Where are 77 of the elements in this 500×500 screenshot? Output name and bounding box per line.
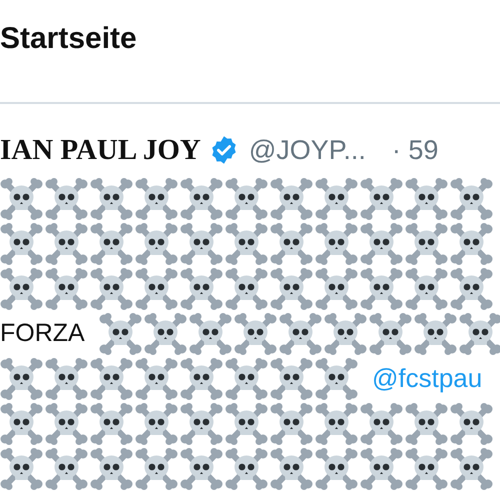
skull-crossbones-icon (0, 222, 43, 264)
skull-crossbones-icon (135, 222, 178, 264)
skull-crossbones-icon (414, 312, 457, 354)
skull-crossbones-icon (450, 448, 493, 490)
skull-crossbones-icon (270, 448, 313, 490)
skull-crossbones-icon (0, 448, 43, 490)
skull-crossbones-icon (90, 448, 133, 490)
skull-crossbones-icon (188, 312, 232, 354)
skull-crossbones-icon (360, 222, 403, 264)
skull-crossbones-icon (90, 358, 133, 400)
skull-crossbones-icon (270, 178, 313, 220)
skull-crossbones-icon (315, 268, 358, 310)
skull-crossbones-icon (45, 222, 88, 264)
skull-crossbones-icon (315, 358, 358, 400)
skull-crossbones-icon (225, 222, 268, 264)
skull-crossbones-icon (450, 268, 493, 310)
skull-crossbones-icon (360, 402, 403, 444)
skull-crossbones-icon (90, 268, 133, 310)
skull-crossbones-icon (144, 312, 187, 354)
skull-crossbones-icon (405, 402, 448, 444)
skull-crossbones-icon (315, 178, 358, 220)
author-name[interactable]: IAN PAUL JOY (0, 134, 201, 166)
skull-crossbones-icon (450, 178, 493, 220)
skull-crossbones-icon (360, 448, 403, 490)
skull-crossbones-icon (180, 178, 223, 220)
skull-crossbones-icon (0, 268, 43, 310)
skull-crossbones-icon (135, 178, 178, 220)
skull-crossbones-icon (45, 358, 88, 400)
page-title: Startseite (0, 22, 137, 56)
skull-crossbones-icon (135, 402, 178, 444)
skull-crossbones-icon (405, 448, 448, 490)
skull-crossbones-icon (135, 358, 178, 400)
skull-crossbones-icon (270, 268, 313, 310)
skull-crossbones-icon (90, 178, 133, 220)
skull-crossbones-icon (405, 178, 448, 220)
skull-crossbones-icon (368, 312, 412, 354)
tweet-text: FORZA (0, 319, 85, 348)
skull-crossbones-icon (180, 448, 223, 490)
skull-crossbones-icon (180, 222, 223, 264)
skull-crossbones-icon (225, 178, 268, 220)
skull-crossbones-icon (458, 312, 500, 354)
skull-crossbones-icon (450, 222, 493, 264)
author-handle: @JOYP... (248, 134, 366, 166)
skull-crossbones-icon (315, 222, 358, 264)
skull-crossbones-icon (45, 178, 88, 220)
skull-crossbones-icon (270, 222, 313, 264)
skull-crossbones-icon (90, 402, 133, 444)
skull-crossbones-icon (324, 312, 367, 354)
skull-crossbones-icon (225, 448, 268, 490)
skull-crossbones-icon (360, 268, 403, 310)
skull-crossbones-icon (315, 402, 358, 444)
skull-crossbones-icon (45, 268, 88, 310)
skull-crossbones-icon (270, 358, 313, 400)
skull-crossbones-icon (315, 448, 358, 490)
skull-crossbones-icon (450, 402, 493, 444)
skull-crossbones-icon (225, 358, 268, 400)
skull-crossbones-icon (234, 312, 277, 354)
skull-crossbones-icon (278, 312, 322, 354)
skull-crossbones-icon (180, 402, 223, 444)
skull-crossbones-icon (405, 268, 448, 310)
skull-crossbones-icon (45, 448, 88, 490)
skull-crossbones-icon (45, 402, 88, 444)
skull-crossbones-icon (98, 312, 142, 354)
skull-crossbones-icon (180, 268, 223, 310)
skull-crossbones-icon (405, 222, 448, 264)
skull-crossbones-icon (270, 402, 313, 444)
skull-crossbones-icon (360, 178, 403, 220)
skull-crossbones-icon (135, 268, 178, 310)
skull-crossbones-icon (225, 402, 268, 444)
skull-crossbones-icon (180, 358, 223, 400)
skull-crossbones-icon (225, 268, 268, 310)
skull-crossbones-icon (0, 178, 43, 220)
tweet-time: · 59 (392, 134, 438, 166)
skull-crossbones-icon (0, 402, 43, 444)
skull-crossbones-icon (0, 358, 43, 400)
skull-crossbones-icon (90, 222, 133, 264)
skull-crossbones-icon (135, 448, 178, 490)
